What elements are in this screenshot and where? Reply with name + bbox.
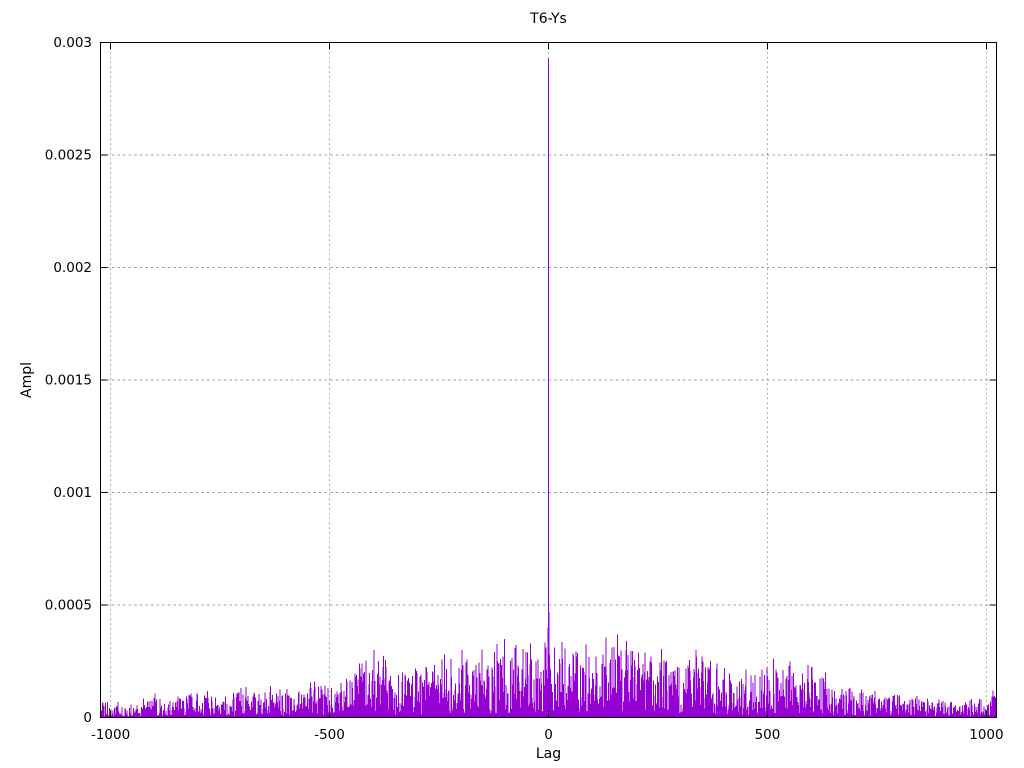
- x-tick-label: -1000: [91, 727, 130, 743]
- x-tick-label: 500: [755, 727, 781, 743]
- chart-title: T6-Ys: [530, 11, 567, 27]
- y-tick-label: 0.0015: [45, 373, 92, 389]
- y-tick-label: 0.003: [53, 35, 92, 51]
- x-tick-label: 0: [544, 727, 553, 743]
- x-axis-label: Lag: [535, 746, 562, 762]
- y-tick-label: 0.0005: [45, 598, 92, 614]
- x-tick-label: 1000: [969, 727, 1003, 743]
- y-axis-label: Ampl: [19, 361, 35, 398]
- y-tick-label: 0.0025: [45, 148, 92, 164]
- x-tick-label: -500: [314, 727, 345, 743]
- y-tick-label: 0.002: [53, 260, 92, 276]
- y-tick-label: 0: [83, 710, 92, 726]
- autocorrelation-plot: -1000 -500 0 500 1000 0 0.0005 0.001 0.0015 0.002…: [45, 35, 1004, 743]
- series-impulses: [100, 58, 997, 718]
- chart-figure: -1000 -500 0 500 1000 0 0.0005 0.001 0.0015 0.002…: [0, 0, 1024, 768]
- y-tick-label: 0.001: [53, 485, 92, 501]
